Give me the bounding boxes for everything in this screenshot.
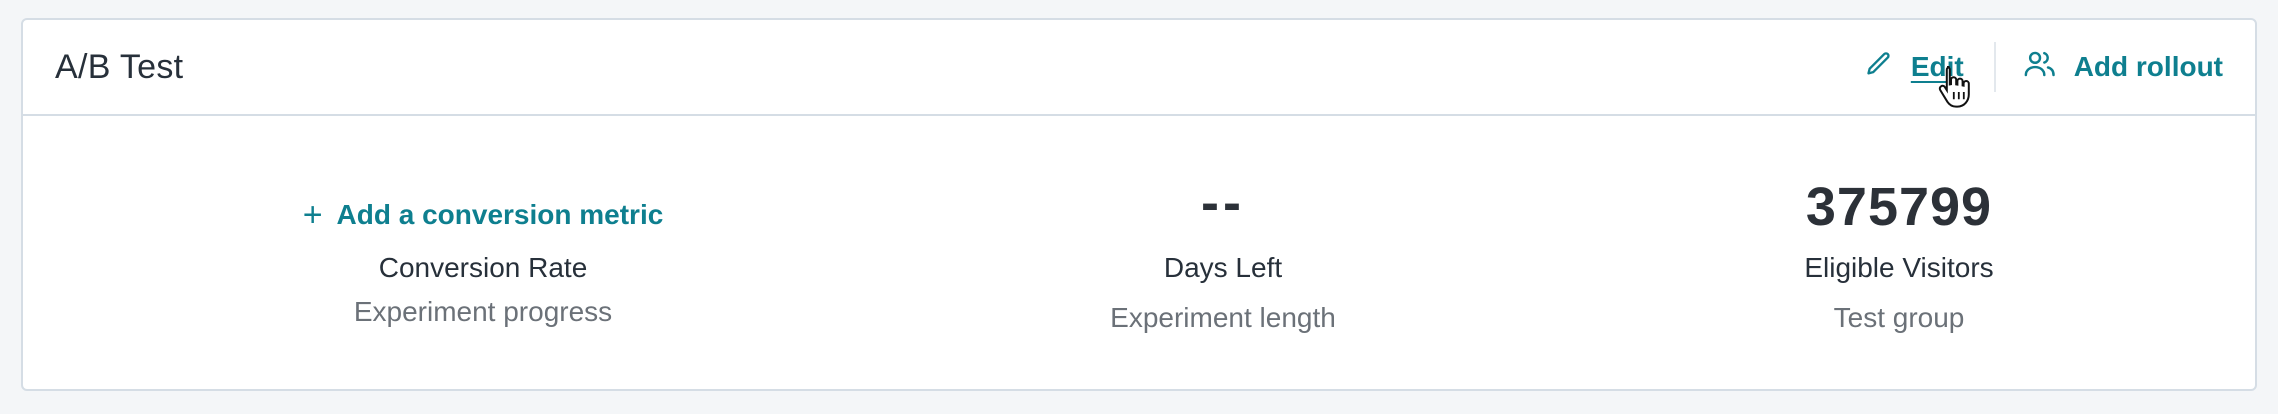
card-title: A/B Test bbox=[55, 47, 184, 86]
ab-test-card: A/B Test Edit Add rollout + Add a conver… bbox=[21, 18, 2257, 391]
stat-sub: Experiment length bbox=[1110, 302, 1336, 333]
card-header: A/B Test Edit Add rollout bbox=[23, 20, 2255, 116]
hand-pointer-cursor-icon bbox=[1937, 64, 1991, 115]
add-rollout-label: Add rollout bbox=[2073, 51, 2223, 82]
stat-value: -- bbox=[1201, 173, 1245, 233]
stats-row: + Add a conversion metric Conversion Rat… bbox=[23, 116, 2255, 389]
edit-button[interactable]: Edit bbox=[1865, 50, 1970, 108]
add-conversion-metric-label: Add a conversion metric bbox=[336, 199, 664, 230]
stat-label: Eligible Visitors bbox=[1804, 252, 1994, 283]
header-actions: Edit Add rollout bbox=[1865, 20, 2223, 114]
plus-icon: + bbox=[302, 196, 323, 234]
stat-sub: Test group bbox=[1833, 302, 1965, 333]
add-conversion-metric-link[interactable]: + Add a conversion metric bbox=[133, 198, 833, 232]
stat-sub: Experiment progress bbox=[353, 296, 613, 327]
users-icon bbox=[2024, 50, 2074, 85]
stat-label: Conversion Rate bbox=[378, 252, 588, 283]
actions-divider bbox=[1993, 42, 1996, 92]
add-rollout-button[interactable]: Add rollout bbox=[2024, 50, 2223, 85]
pencil-icon bbox=[1865, 50, 1911, 85]
stat-value: 375799 bbox=[1805, 177, 1993, 237]
stat-label: Days Left bbox=[1163, 252, 1283, 283]
